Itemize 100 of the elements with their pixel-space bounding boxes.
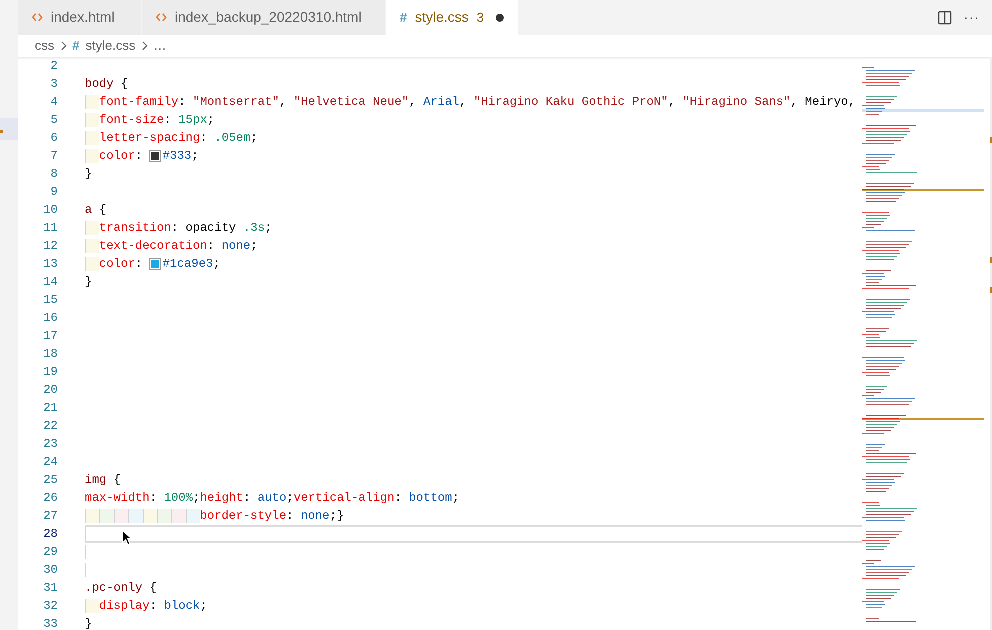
code-token: .3s bbox=[243, 220, 266, 237]
code-token: a bbox=[85, 202, 92, 219]
code-token: font-size bbox=[99, 112, 164, 129]
breadcrumb-item[interactable]: … bbox=[154, 36, 167, 56]
tab-label: index.html bbox=[51, 8, 115, 27]
code-token: 15px bbox=[178, 112, 208, 129]
code-token: ; bbox=[250, 238, 258, 255]
line-number: 29 bbox=[42, 544, 58, 561]
line-number: 31 bbox=[42, 580, 58, 597]
code-token: text-decoration bbox=[99, 238, 208, 255]
line-number: 12 bbox=[42, 238, 58, 255]
editor-tab[interactable]: # style.css 3 bbox=[386, 0, 518, 35]
line-number: 33 bbox=[42, 616, 58, 630]
code-token: ; bbox=[200, 598, 208, 615]
line-number: 30 bbox=[42, 562, 58, 579]
code-token: : bbox=[164, 112, 172, 129]
code-token: ; bbox=[452, 490, 460, 507]
code-token: : bbox=[150, 598, 158, 615]
line-number: 28 bbox=[42, 526, 58, 543]
code-token: "Helvetica Neue" bbox=[294, 94, 410, 111]
line-number: 14 bbox=[42, 274, 58, 291]
code-brackets-icon bbox=[156, 13, 167, 22]
code-token: , bbox=[279, 94, 288, 111]
code-token: : bbox=[135, 148, 144, 165]
code-token: ; bbox=[192, 148, 199, 165]
code-token: bottom bbox=[409, 490, 452, 507]
mouse-pointer-icon bbox=[122, 530, 133, 546]
code-token: , bbox=[790, 94, 799, 111]
line-number: 3 bbox=[50, 76, 58, 93]
code-token: } bbox=[85, 616, 92, 630]
code-token: : bbox=[394, 490, 403, 507]
code-token: .05em bbox=[214, 130, 251, 147]
code-token: "Montserrat" bbox=[193, 94, 280, 111]
code-token: } bbox=[85, 166, 92, 183]
code-token: #1ca9e3 bbox=[162, 256, 214, 273]
code-token: ; bbox=[286, 490, 294, 507]
code-token: none bbox=[300, 508, 330, 525]
code-token: body bbox=[85, 76, 114, 93]
line-number: 26 bbox=[42, 490, 58, 507]
code-token: max-width bbox=[85, 490, 150, 507]
code-token: display bbox=[99, 598, 150, 615]
code-token: ; bbox=[250, 130, 258, 147]
code-token: transition bbox=[99, 220, 172, 237]
line-number: 6 bbox=[50, 130, 58, 147]
line-number: 11 bbox=[42, 220, 58, 237]
code-token: : bbox=[135, 256, 144, 273]
code-token: ; bbox=[207, 112, 215, 129]
line-number: 25 bbox=[42, 472, 58, 489]
code-token: } bbox=[85, 274, 92, 291]
code-token: "Hiragino Sans" bbox=[682, 94, 791, 111]
line-number: 32 bbox=[42, 598, 58, 615]
code-token: ;} bbox=[330, 508, 344, 525]
line-number: 27 bbox=[42, 508, 58, 525]
code-token: : bbox=[178, 94, 187, 111]
line-number: 5 bbox=[50, 112, 58, 129]
code-token: img bbox=[85, 472, 107, 489]
breadcrumb-item[interactable]: css bbox=[35, 36, 54, 56]
split-editor-icon[interactable] bbox=[938, 10, 952, 24]
chevron-right-icon bbox=[142, 41, 148, 51]
code-token: letter-spacing bbox=[99, 130, 200, 147]
code-token: #333 bbox=[162, 148, 192, 165]
css-file-icon: # bbox=[72, 36, 80, 56]
code-token: : bbox=[243, 490, 252, 507]
code-token: , bbox=[409, 94, 418, 111]
code-token: block bbox=[164, 598, 200, 615]
code-token: : bbox=[286, 508, 295, 525]
line-number: 17 bbox=[42, 328, 58, 345]
editor-tab[interactable]: index.html bbox=[18, 0, 142, 35]
tab-label: style.css bbox=[415, 8, 469, 27]
code-token: .pc-only bbox=[85, 580, 143, 597]
problem-count: 3 bbox=[476, 8, 484, 27]
line-number: 15 bbox=[42, 292, 58, 309]
code-token: none bbox=[222, 238, 251, 255]
code-token: font-family bbox=[99, 94, 179, 111]
code-token: { bbox=[148, 580, 158, 597]
code-token: color bbox=[99, 256, 136, 273]
chevron-right-icon bbox=[60, 41, 66, 51]
code-token: Meiryo, bbox=[805, 94, 856, 111]
code-token: : opacity bbox=[171, 220, 238, 237]
code-token: , bbox=[668, 94, 677, 111]
color-swatch[interactable] bbox=[150, 151, 160, 161]
editor-tab[interactable]: index_backup_20220310.html bbox=[142, 0, 386, 35]
code-brackets-icon bbox=[32, 13, 43, 22]
line-number: 16 bbox=[42, 310, 58, 327]
line-number: 23 bbox=[42, 436, 58, 453]
code-token: ; bbox=[213, 256, 220, 273]
code-token: : bbox=[200, 130, 208, 147]
line-number: 21 bbox=[42, 400, 58, 417]
line-number: 7 bbox=[50, 148, 58, 165]
code-token: { bbox=[112, 472, 122, 489]
breadcrumb-item[interactable]: style.css bbox=[86, 36, 136, 56]
code-token: : bbox=[207, 238, 216, 255]
code-token: auto bbox=[258, 490, 287, 507]
color-swatch[interactable] bbox=[150, 259, 160, 269]
code-token: ; bbox=[193, 490, 200, 507]
code-token: ; bbox=[265, 220, 272, 237]
line-number: 13 bbox=[42, 256, 58, 273]
line-number: 4 bbox=[50, 94, 58, 111]
more-actions-button[interactable]: ··· bbox=[964, 8, 980, 28]
tab-label: index_backup_20220310.html bbox=[175, 8, 362, 27]
